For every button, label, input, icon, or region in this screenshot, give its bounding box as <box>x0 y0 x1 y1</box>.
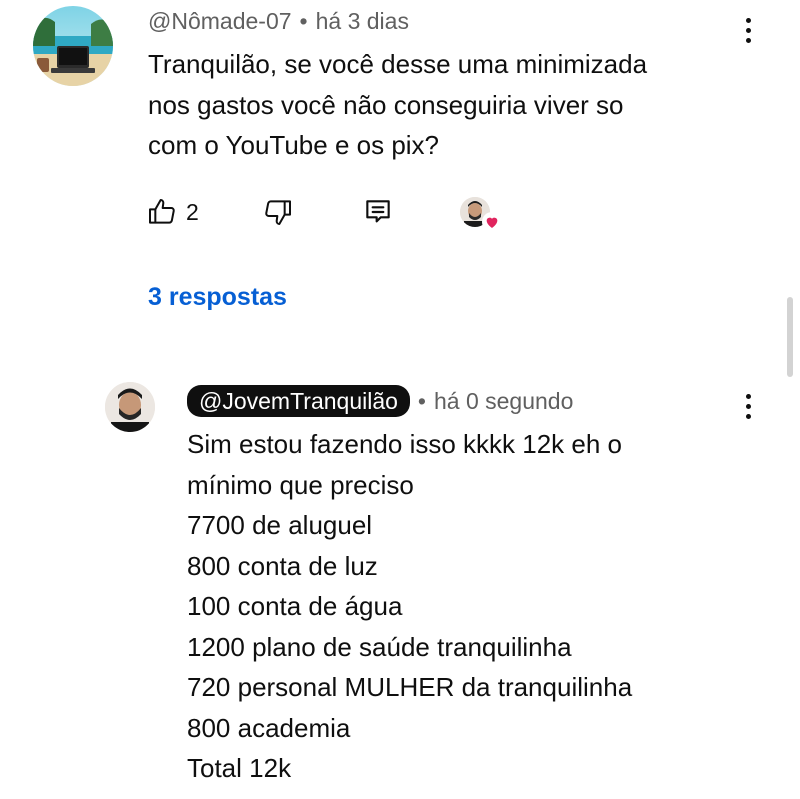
reply-meta: @JovemTranquilão • há 0 segundo <box>187 385 573 417</box>
comment-thread: @Nômade-07 • há 3 dias Tranquilão, se você… <box>0 0 800 799</box>
thumbs-up-icon <box>149 199 175 224</box>
reply-line: 720 personal MULHER da tranquilinha <box>187 672 633 702</box>
comment-menu-button[interactable] <box>736 10 760 50</box>
comment-time[interactable]: há 3 dias <box>316 8 409 34</box>
author-handle[interactable]: @Nômade-07 <box>148 8 292 34</box>
comment-text: Tranquilão, se você desse uma minimizada… <box>148 44 647 166</box>
reply-line: 800 academia <box>187 712 351 743</box>
reply-time[interactable]: há 0 segundo <box>434 388 573 414</box>
comment-meta: @Nômade-07 • há 3 dias <box>148 8 409 35</box>
reply-line: Total 12k <box>187 753 292 783</box>
reply-author-avatar[interactable] <box>105 382 155 432</box>
comment-line: Tranquilão, se você desse uma minimizada <box>148 49 648 79</box>
separator-dot: • <box>299 8 308 34</box>
reply-button[interactable] <box>362 196 394 228</box>
reply-text: Sim estou fazendo isso kkkk 12k eh o mín… <box>187 424 632 789</box>
comment-line: nos gastos você não conseguiria viver so <box>148 89 624 120</box>
comment-line: com o YouTube e os pix? <box>148 130 440 160</box>
reply-menu-button[interactable] <box>736 386 760 426</box>
more-vertical-icon <box>745 17 751 23</box>
replies-toggle[interactable]: 3 respostas <box>148 283 287 312</box>
creator-heart-badge <box>482 212 502 232</box>
reply-line: 800 conta de luz <box>187 550 378 581</box>
reply-line: 7700 de aluguel <box>187 510 373 540</box>
like-button[interactable]: 2 <box>146 196 199 228</box>
separator-dot: • <box>417 388 426 414</box>
dislike-button[interactable] <box>262 196 294 228</box>
reply-line: 100 conta de água <box>187 591 403 621</box>
reply-line: Sim estou fazendo isso kkkk 12k eh o <box>187 429 623 459</box>
thumbs-down-icon <box>265 200 291 225</box>
more-vertical-icon <box>745 393 751 399</box>
scrollbar[interactable] <box>787 297 793 377</box>
reply-comment-icon <box>366 200 390 223</box>
reply-line: mínimo que preciso <box>187 469 414 500</box>
like-count: 2 <box>186 198 199 225</box>
reply-line: 1200 plano de saúde tranquilinha <box>187 631 572 662</box>
reply-author-handle[interactable]: @JovemTranquilão <box>187 385 410 417</box>
author-avatar[interactable] <box>33 6 113 86</box>
heart-icon <box>486 217 498 228</box>
